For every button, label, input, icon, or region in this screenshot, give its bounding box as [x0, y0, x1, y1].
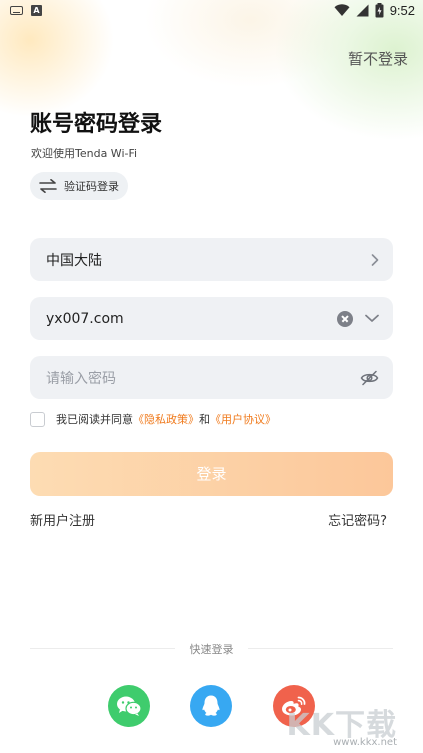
clear-icon[interactable] [337, 310, 353, 327]
agreement-and: 和 [199, 413, 210, 426]
switch-code-login-label: 验证码登录 [64, 180, 119, 193]
status-time: 9:52 [389, 3, 415, 18]
region-value: 中国大陆 [46, 252, 102, 269]
page-subtitle: 欢迎使用Tenda Wi-Fi [31, 147, 138, 160]
qq-icon [202, 695, 220, 716]
chevron-right-icon [371, 253, 379, 266]
eye-off-icon[interactable] [360, 370, 379, 386]
wechat-login-button[interactable] [108, 685, 150, 727]
status-bar: A 9:52 [0, 0, 423, 24]
swap-icon [39, 179, 57, 193]
register-link[interactable]: 新用户注册 [30, 510, 95, 529]
chevron-down-icon[interactable] [365, 314, 379, 323]
switch-code-login-button[interactable]: 验证码登录 [30, 172, 128, 200]
agreement-row: 我已阅读并同意 《隐私政策》 和 《用户协议》 [30, 411, 276, 427]
account-input[interactable]: yx007.com [30, 297, 393, 340]
agreement-prefix: 我已阅读并同意 [56, 413, 133, 426]
user-agreement-link[interactable]: 《用户协议》 [210, 411, 276, 427]
account-value: yx007.com [46, 310, 124, 327]
qq-login-button[interactable] [190, 685, 232, 727]
login-button[interactable]: 登录 [30, 452, 393, 496]
page-title: 账号密码登录 [30, 112, 163, 137]
a-icon: A [31, 5, 42, 16]
keyboard-icon [10, 6, 23, 15]
privacy-policy-link[interactable]: 《隐私政策》 [133, 411, 199, 427]
divider-right [248, 648, 393, 649]
status-left: A [10, 5, 42, 16]
wechat-icon [117, 696, 142, 716]
quick-login-label: 快速登录 [189, 643, 234, 656]
region-selector[interactable]: 中国大陆 [30, 238, 393, 281]
password-input[interactable]: 请输入密码 [30, 356, 393, 399]
agreement-checkbox[interactable] [30, 411, 45, 427]
password-placeholder: 请输入密码 [46, 370, 116, 387]
battery-icon [375, 3, 384, 18]
wifi-icon [334, 4, 350, 16]
watermark-url: www.kkx.net [333, 737, 397, 748]
background-gradient [0, 0, 423, 190]
status-right: 9:52 [334, 3, 415, 18]
signal-icon [356, 4, 369, 17]
forgot-password-link[interactable]: 忘记密码? [328, 510, 387, 529]
skip-login-button[interactable]: 暂不登录 [348, 48, 408, 69]
